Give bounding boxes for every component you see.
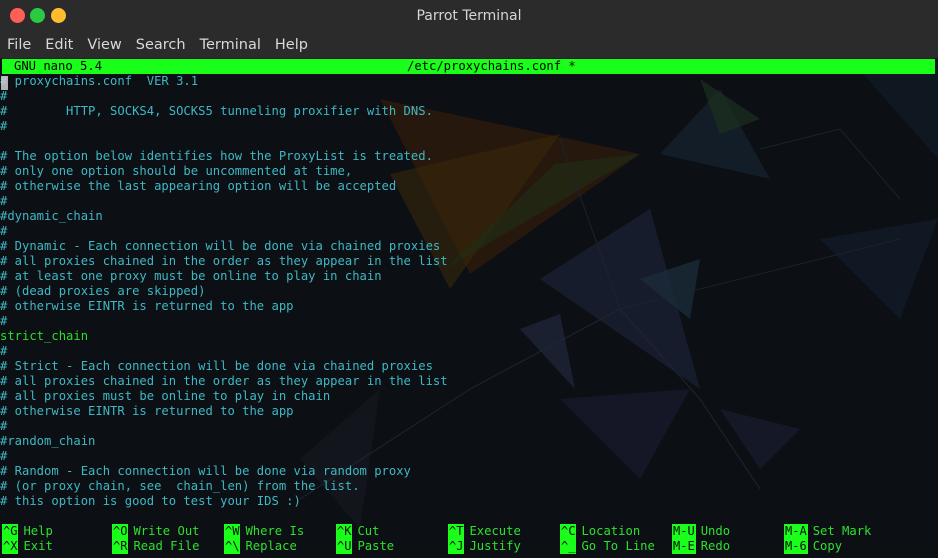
editor-line-active-directive: strict_chain (0, 329, 89, 343)
editor-line: # Random - Each connection will be done … (0, 464, 411, 478)
editor-buffer[interactable]: # proxychains.conf VER 3.1 # # HTTP, SOC… (0, 74, 938, 509)
shortcut-execute[interactable]: ^T Execute (448, 524, 521, 539)
editor-line: # at least one proxy must be online to p… (0, 269, 382, 283)
editor-line: # all proxies chained in the order as th… (0, 254, 448, 268)
editor-line: # (dead proxies are skipped) (0, 284, 206, 298)
nano-header-bar: GNU nano 5.4 /etc/proxychains.conf * (2, 59, 935, 74)
editor-line: # all proxies chained in the order as th… (0, 374, 448, 388)
editor-line: # (0, 314, 8, 328)
shortcut-where-is[interactable]: ^W Where Is (224, 524, 304, 539)
shortcut-cut[interactable]: ^K Cut (336, 524, 379, 539)
editor-line: # (0, 344, 8, 358)
text-cursor (1, 76, 8, 90)
shortcut-read-file[interactable]: ^R Read File (112, 539, 200, 554)
editor-line: # (0, 89, 8, 103)
menu-terminal[interactable]: Terminal (193, 32, 268, 58)
menu-file[interactable]: File (0, 32, 38, 58)
shortcut-go-to-line[interactable]: ^_ Go To Line (560, 539, 655, 554)
shortcut-write-out[interactable]: ^O Write Out (112, 524, 200, 539)
shortcut-replace[interactable]: ^\ Replace (224, 539, 297, 554)
editor-line: # (0, 224, 8, 238)
menu-edit[interactable]: Edit (38, 32, 80, 58)
editor-line: # otherwise EINTR is returned to the app (0, 299, 294, 313)
editor-line: # (0, 194, 8, 208)
nano-version: GNU nano 5.4 (14, 59, 103, 73)
editor-line: #random_chain (0, 434, 96, 448)
shortcut-exit[interactable]: ^X Exit (2, 539, 53, 554)
window-title: Parrot Terminal (416, 8, 522, 24)
editor-line: # Strict - Each connection will be done … (0, 359, 433, 373)
editor-line: #dynamic_chain (0, 209, 103, 223)
editor-line: # (0, 449, 8, 463)
shortcut-redo[interactable]: M-E Redo (672, 539, 730, 554)
editor-line: # proxychains.conf VER 3.1 (0, 74, 199, 88)
editor-line: # HTTP, SOCKS4, SOCKS5 tunneling proxifi… (0, 104, 433, 118)
close-window-button[interactable] (10, 8, 25, 23)
shortcut-set-mark[interactable]: M-A Set Mark (784, 524, 871, 539)
title-bar[interactable]: Parrot Terminal (0, 0, 938, 32)
editor-line: # this option is good to test your IDS :… (0, 494, 301, 508)
nano-shortcut-bar: ^G Help ^O Write Out ^W Where Is ^K Cut ^T Ex… (0, 524, 938, 554)
editor-line: # otherwise the last appearing option wi… (0, 179, 397, 193)
editor-line: # (or proxy chain, see chain_len) from t… (0, 479, 360, 493)
shortcut-location[interactable]: ^C Location (560, 524, 640, 539)
menu-help[interactable]: Help (268, 32, 315, 58)
minimize-window-button[interactable] (51, 8, 66, 23)
terminal-window: Parrot Terminal File Edit View Search Te… (0, 0, 938, 558)
menu-view[interactable]: View (80, 32, 128, 58)
terminal-area[interactable]: GNU nano 5.4 /etc/proxychains.conf * # p… (0, 59, 938, 558)
shortcut-copy[interactable]: M-6 Copy (784, 539, 842, 554)
editor-line: # (0, 119, 8, 133)
maximize-window-button[interactable] (30, 8, 45, 23)
editor-line: # The option below identifies how the Pr… (0, 149, 433, 163)
shortcut-paste[interactable]: ^U Paste (336, 539, 394, 554)
shortcut-undo[interactable]: M-U Undo (672, 524, 730, 539)
editor-line: # otherwise EINTR is returned to the app (0, 404, 294, 418)
shortcut-help[interactable]: ^G Help (2, 524, 53, 539)
editor-line: # Dynamic - Each connection will be done… (0, 239, 441, 253)
editor-line: # (0, 419, 8, 433)
menu-search[interactable]: Search (129, 32, 193, 58)
editor-line: # only one option should be uncommented … (0, 164, 353, 178)
menu-bar: File Edit View Search Terminal Help (0, 32, 938, 59)
editor-line: # all proxies must be online to play in … (0, 389, 331, 403)
nano-filename: /etc/proxychains.conf * (407, 59, 576, 73)
shortcut-justify[interactable]: ^J Justify (448, 539, 521, 554)
